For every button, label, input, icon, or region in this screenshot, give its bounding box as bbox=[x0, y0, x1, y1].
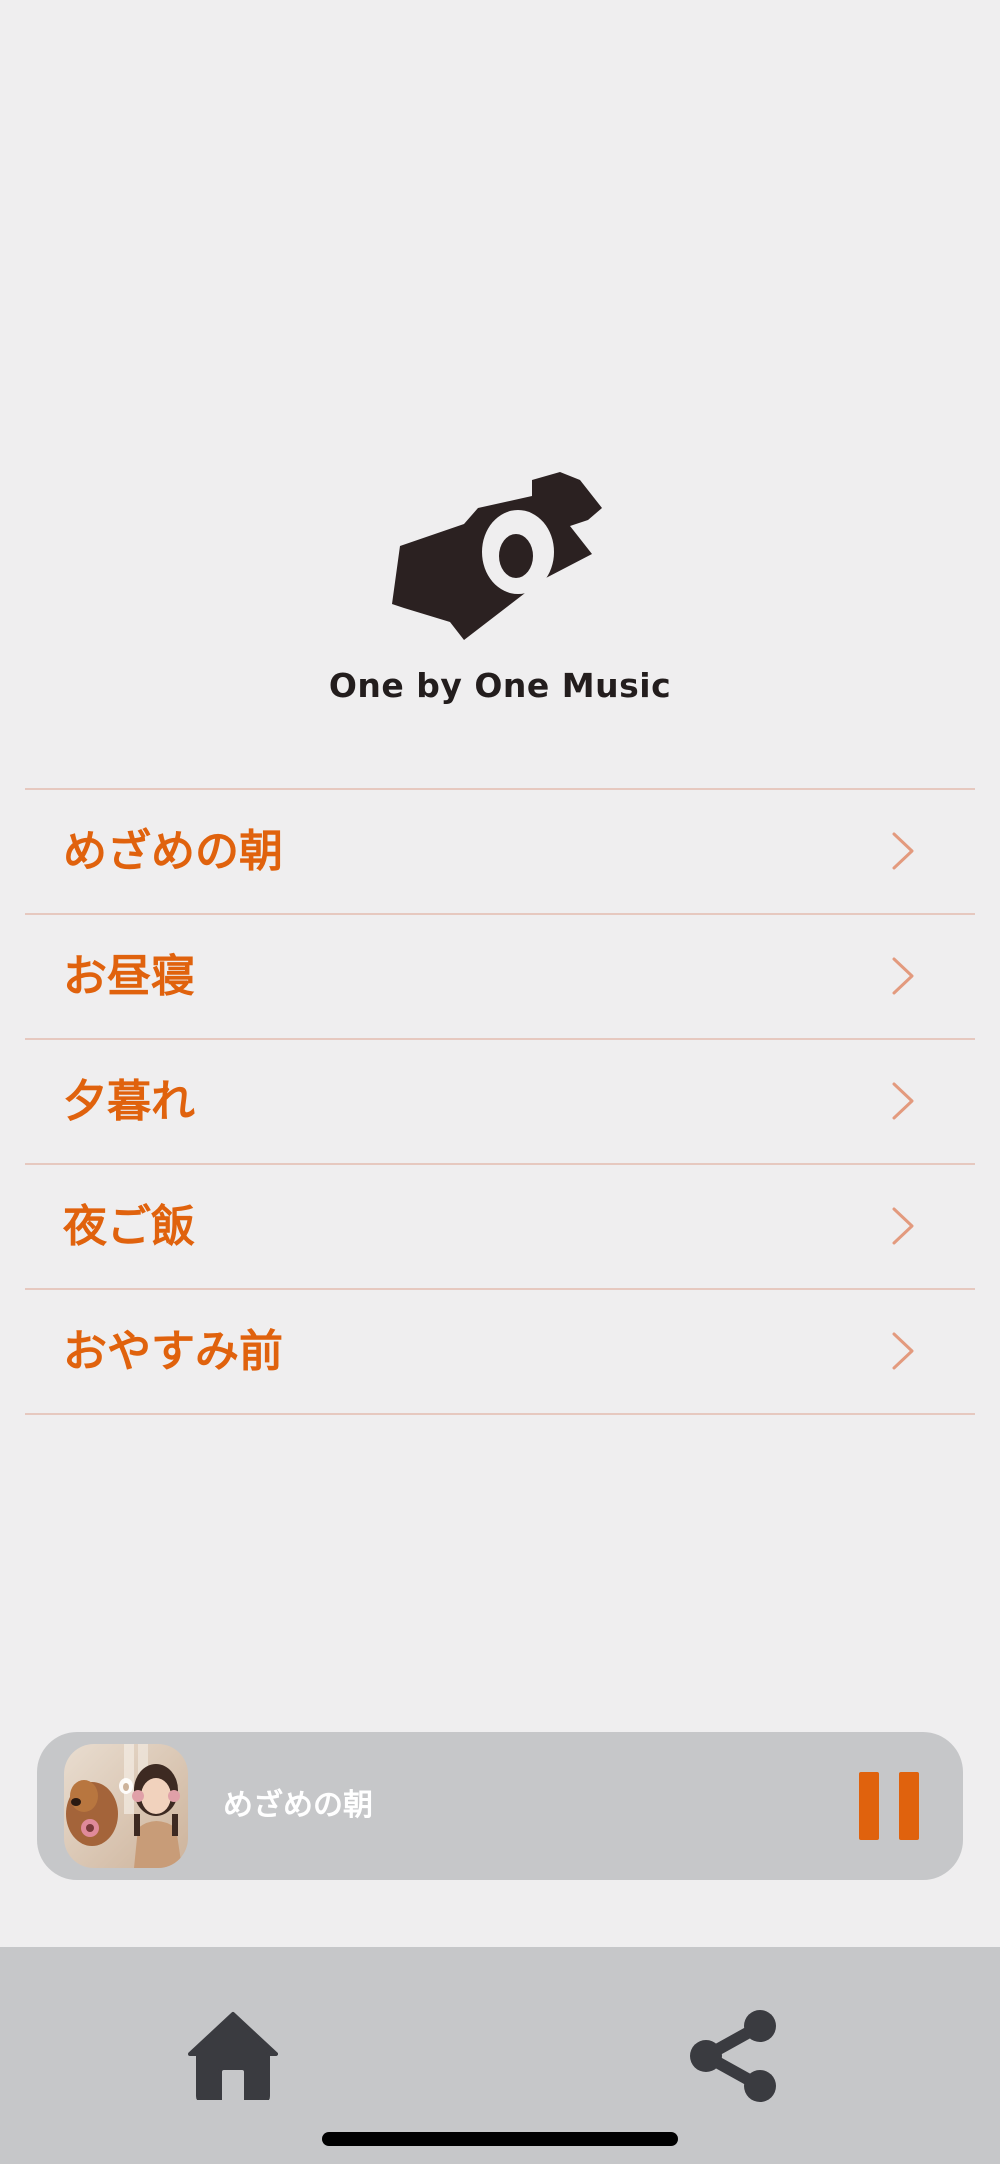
album-artwork[interactable] bbox=[64, 1744, 188, 1868]
chevron-right-icon bbox=[892, 957, 914, 995]
home-icon bbox=[188, 2012, 278, 2102]
pause-icon bbox=[859, 1772, 879, 1840]
logo-icon bbox=[392, 472, 602, 640]
chevron-right-icon bbox=[892, 1082, 914, 1120]
menu-item-label: 夜ご飯 bbox=[63, 1201, 195, 1252]
menu-item-bedtime[interactable]: おやすみ前 bbox=[25, 1290, 975, 1415]
home-indicator bbox=[322, 2132, 678, 2146]
chevron-right-icon bbox=[892, 1207, 914, 1245]
menu-item-label: おやすみ前 bbox=[63, 1326, 283, 1377]
menu-item-label: お昼寝 bbox=[63, 951, 195, 1002]
pause-button[interactable] bbox=[859, 1772, 919, 1840]
menu-item-nap[interactable]: お昼寝 bbox=[25, 915, 975, 1040]
album-artwork-image bbox=[64, 1744, 188, 1868]
mini-player[interactable]: めざめの朝 bbox=[37, 1732, 963, 1880]
menu-item-dusk[interactable]: 夕暮れ bbox=[25, 1040, 975, 1165]
menu-item-label: めざめの朝 bbox=[63, 826, 283, 877]
menu-item-label: 夕暮れ bbox=[63, 1076, 195, 1127]
now-playing-title: めざめの朝 bbox=[223, 1788, 373, 1823]
tab-home[interactable] bbox=[188, 2010, 278, 2102]
brand-logo: One by One Music bbox=[0, 460, 1000, 720]
menu-item-dinner[interactable]: 夜ご飯 bbox=[25, 1165, 975, 1290]
menu-item-morning[interactable]: めざめの朝 bbox=[25, 790, 975, 915]
chevron-right-icon bbox=[892, 832, 914, 870]
chevron-right-icon bbox=[892, 1332, 914, 1370]
brand-name: One by One Music bbox=[328, 666, 672, 705]
pause-icon bbox=[899, 1772, 919, 1840]
playlist-menu: めざめの朝 お昼寝 夕暮れ 夜ご飯 おやすみ前 bbox=[25, 788, 975, 1415]
tab-bar bbox=[0, 1947, 1000, 2164]
share-icon bbox=[690, 2010, 776, 2102]
tab-share[interactable] bbox=[688, 2010, 780, 2102]
